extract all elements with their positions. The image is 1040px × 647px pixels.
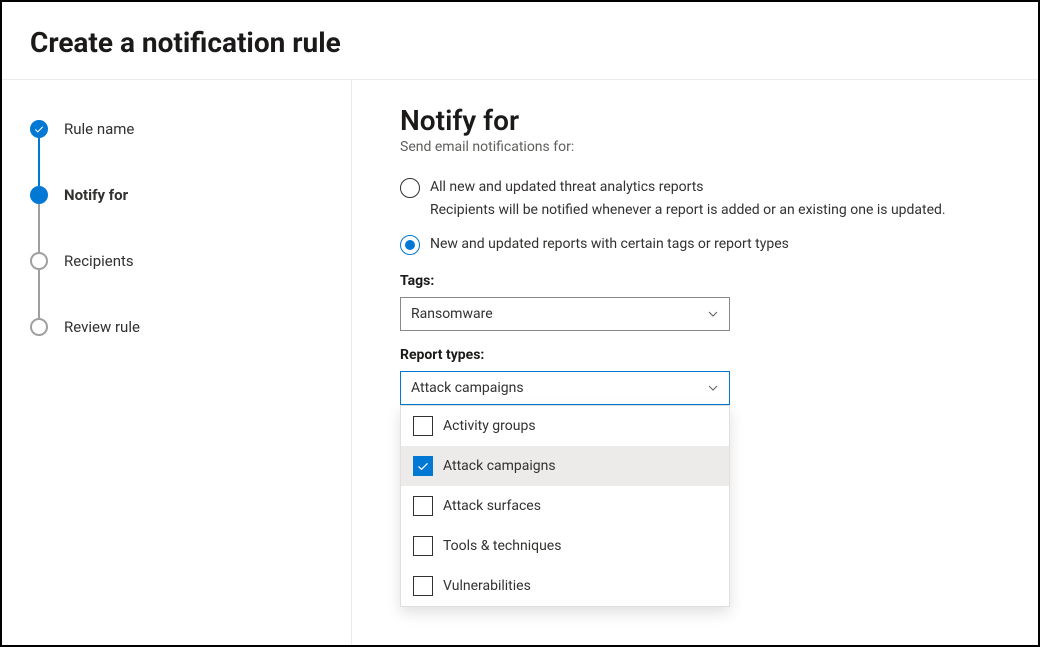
radio-description: Recipients will be notified whenever a r… xyxy=(430,202,998,218)
radio-icon xyxy=(400,178,420,198)
main-content: Notify for Send email notifications for:… xyxy=(352,80,1038,647)
option-label: Vulnerabilities xyxy=(443,578,531,594)
wizard-step-label: Recipients xyxy=(64,252,134,270)
option-label: Attack surfaces xyxy=(443,498,541,514)
current-step-icon xyxy=(30,186,48,204)
option-vulnerabilities[interactable]: Vulnerabilities xyxy=(401,566,729,606)
wizard-steps: Rule name Notify for Recipients Review r… xyxy=(30,120,351,336)
wizard-step-label: Review rule xyxy=(64,318,140,336)
option-attack-campaigns[interactable]: Attack campaigns xyxy=(401,446,729,486)
step-connector xyxy=(38,138,40,186)
checkbox-icon xyxy=(413,496,433,516)
page-title: Create a notification rule xyxy=(30,26,1010,59)
tags-select[interactable]: Ransomware xyxy=(400,297,730,331)
chevron-down-icon xyxy=(707,308,719,320)
wizard-step-label: Notify for xyxy=(64,186,128,204)
tags-select-value: Ransomware xyxy=(411,306,493,322)
report-types-label: Report types: xyxy=(400,347,998,363)
report-types-dropdown: Activity groups Attack campaigns Attack … xyxy=(400,405,730,607)
option-tools-techniques[interactable]: Tools & techniques xyxy=(401,526,729,566)
wizard-step-rule-name[interactable]: Rule name xyxy=(30,120,351,138)
pending-step-icon xyxy=(30,318,48,336)
section-subtitle: Send email notifications for: xyxy=(400,139,998,155)
tags-label: Tags: xyxy=(400,273,998,289)
wizard-sidebar: Rule name Notify for Recipients Review r… xyxy=(2,80,352,647)
option-label: Activity groups xyxy=(443,418,536,434)
option-label: Tools & techniques xyxy=(443,538,561,554)
radio-icon xyxy=(400,235,420,255)
step-connector xyxy=(38,270,40,318)
checkbox-icon xyxy=(413,536,433,556)
step-connector xyxy=(38,204,40,252)
wizard-step-label: Rule name xyxy=(64,120,134,138)
option-label: Attack campaigns xyxy=(443,458,556,474)
section-heading: Notify for xyxy=(400,104,998,137)
radio-all-reports[interactable]: All new and updated threat analytics rep… xyxy=(400,177,998,198)
option-activity-groups[interactable]: Activity groups xyxy=(401,406,729,446)
option-attack-surfaces[interactable]: Attack surfaces xyxy=(401,486,729,526)
chevron-down-icon xyxy=(707,382,719,394)
page-header: Create a notification rule xyxy=(2,2,1038,80)
wizard-step-notify-for[interactable]: Notify for xyxy=(30,186,351,204)
checkbox-icon xyxy=(413,456,433,476)
radio-label: All new and updated threat analytics rep… xyxy=(430,177,704,197)
wizard-step-review-rule[interactable]: Review rule xyxy=(30,318,351,336)
checkbox-icon xyxy=(413,576,433,596)
notify-mode-radio-group: All new and updated threat analytics rep… xyxy=(400,177,998,255)
checkmark-icon xyxy=(30,120,48,138)
pending-step-icon xyxy=(30,252,48,270)
radio-label: New and updated reports with certain tag… xyxy=(430,234,789,254)
checkbox-icon xyxy=(413,416,433,436)
report-types-select-value: Attack campaigns xyxy=(411,380,524,396)
radio-filtered-reports[interactable]: New and updated reports with certain tag… xyxy=(400,234,998,255)
report-types-select[interactable]: Attack campaigns xyxy=(400,371,730,405)
wizard-step-recipients[interactable]: Recipients xyxy=(30,252,351,270)
